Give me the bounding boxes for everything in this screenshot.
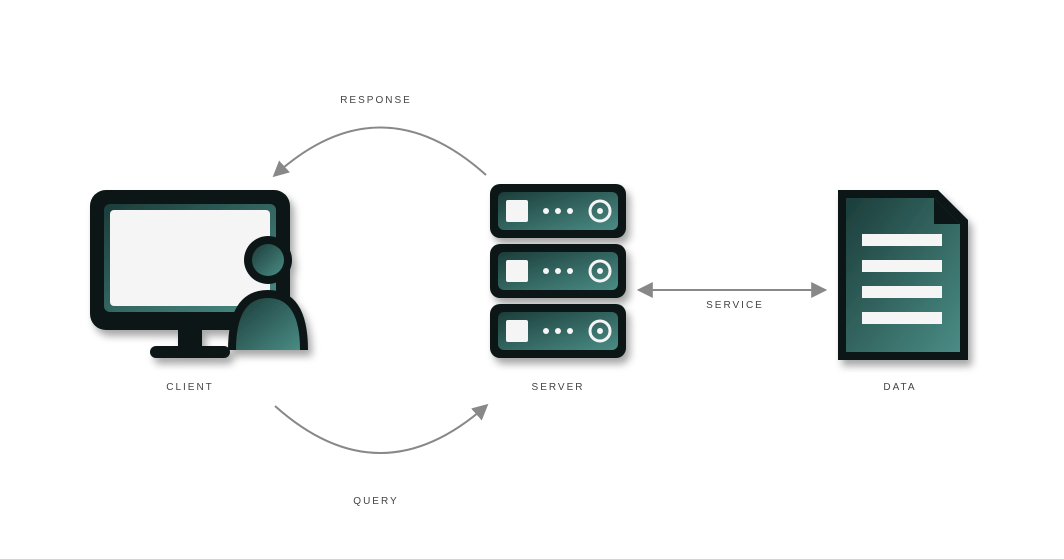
server-label: SERVER <box>532 382 585 393</box>
response-arrow <box>275 128 486 176</box>
client-label: CLIENT <box>166 382 214 393</box>
data-icon <box>838 190 968 360</box>
data-label: DATA <box>883 382 916 393</box>
query-arrow <box>275 406 486 453</box>
server-icon <box>490 184 626 358</box>
service-label: SERVICE <box>706 300 764 311</box>
query-label: QUERY <box>353 496 398 507</box>
response-label: RESPONSE <box>340 95 412 106</box>
client-icon <box>90 190 308 358</box>
